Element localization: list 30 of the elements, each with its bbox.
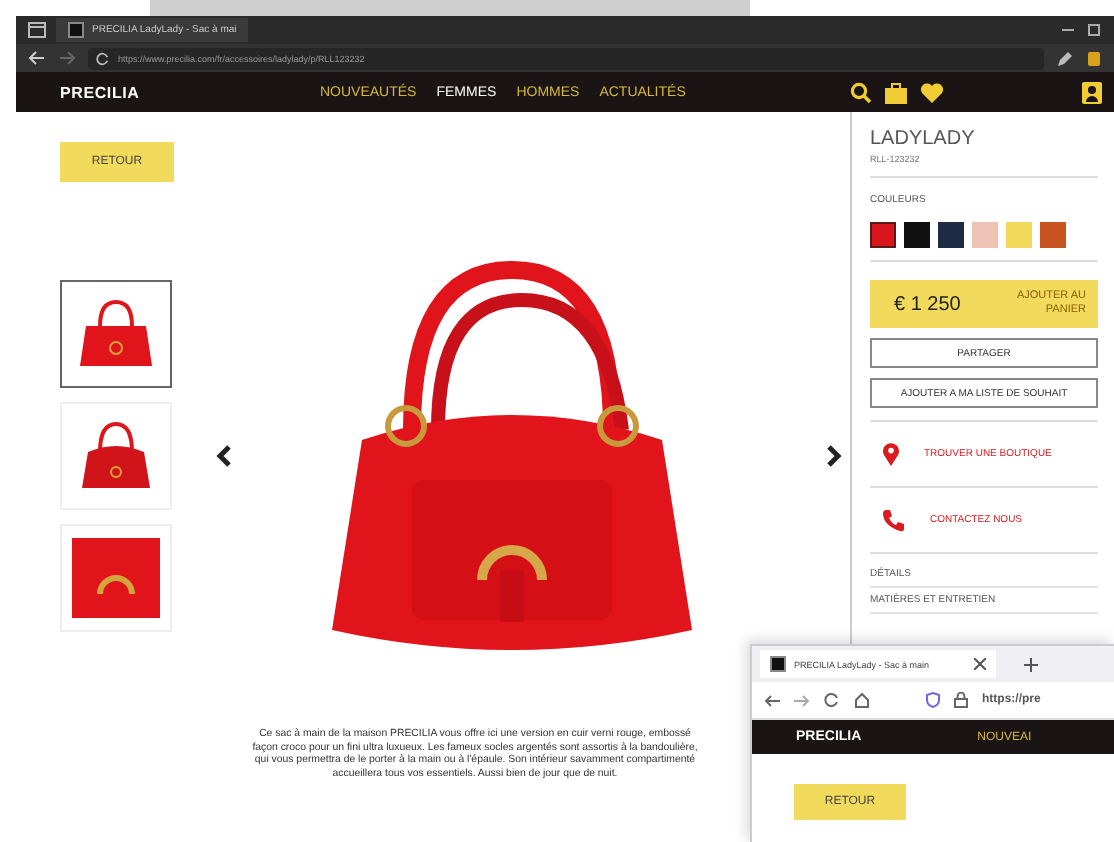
- shield-icon: [926, 692, 940, 708]
- color-swatch[interactable]: [1040, 222, 1066, 248]
- favicon-icon: [68, 22, 84, 38]
- extension-icon[interactable]: [1086, 49, 1102, 67]
- color-swatch[interactable]: [870, 222, 896, 248]
- account-icon[interactable]: [1082, 81, 1102, 103]
- color-swatch[interactable]: [972, 222, 998, 248]
- heart-icon[interactable]: [919, 81, 944, 103]
- window-menu-icon[interactable]: [28, 22, 46, 38]
- price: € 1 250: [894, 293, 961, 315]
- pen-icon[interactable]: [1056, 49, 1074, 67]
- close-icon[interactable]: [973, 658, 986, 670]
- reload-icon[interactable]: [824, 692, 840, 708]
- restore-icon[interactable]: [1086, 22, 1102, 38]
- search-icon[interactable]: [849, 81, 872, 103]
- site-logo[interactable]: PRECILIA: [60, 83, 320, 101]
- product-thumbnail[interactable]: [60, 279, 172, 387]
- color-swatch[interactable]: [1006, 222, 1032, 248]
- reload-icon: [96, 51, 110, 65]
- new-tab-icon[interactable]: [1023, 657, 1038, 671]
- lock-icon: [954, 692, 968, 708]
- favicon-icon: [770, 656, 786, 672]
- phone-icon: [882, 508, 906, 532]
- color-swatch[interactable]: [904, 222, 930, 248]
- map-pin-icon: [882, 442, 900, 466]
- product-name: LADYLADY: [870, 128, 977, 150]
- back-arrow-icon[interactable]: [764, 693, 780, 707]
- home-icon[interactable]: [854, 692, 870, 708]
- color-swatch[interactable]: [938, 222, 964, 248]
- shopping-bag-icon[interactable]: [883, 81, 908, 103]
